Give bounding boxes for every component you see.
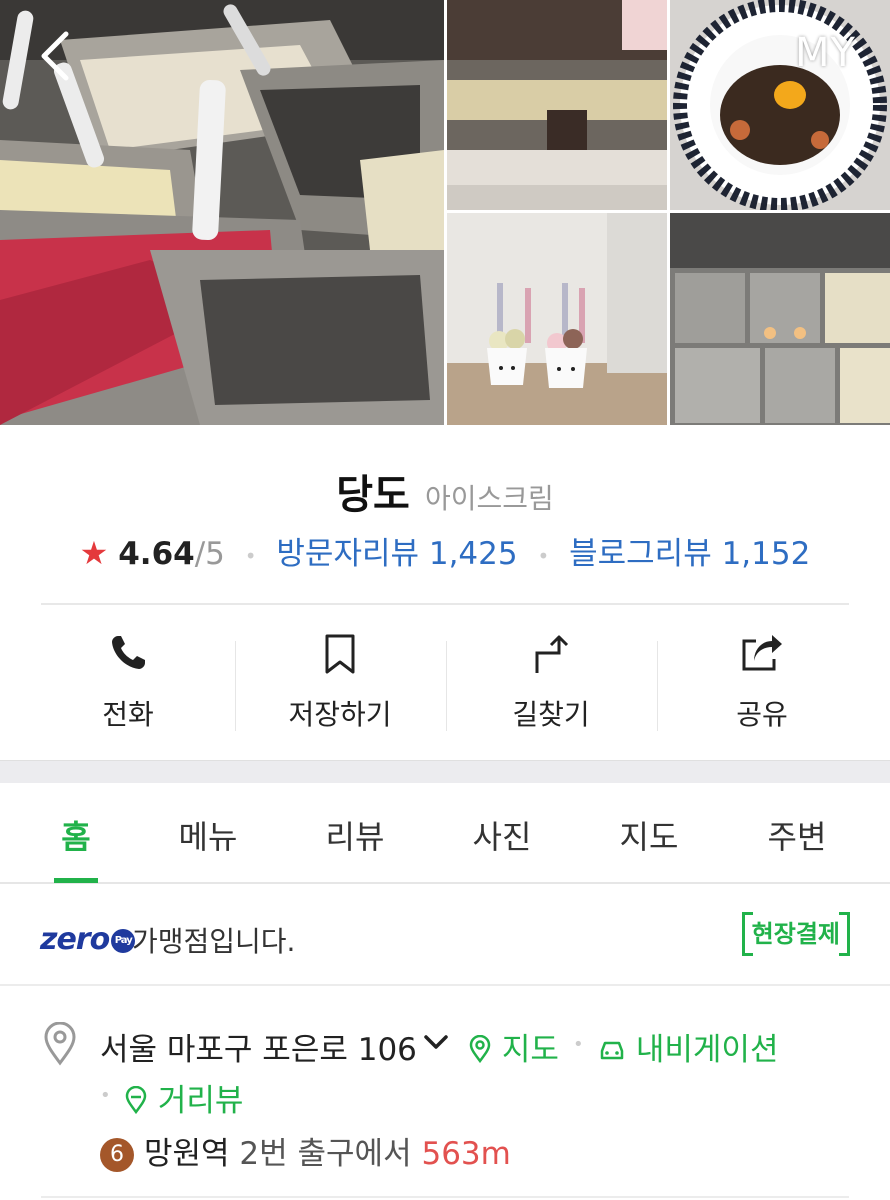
call-button[interactable]: 전화 — [17, 605, 239, 760]
tab-reviews[interactable]: 리뷰 — [326, 812, 385, 858]
directions-icon — [535, 635, 569, 673]
zeropay-text: 가맹점입니다. — [132, 925, 296, 958]
navigation-link[interactable]: 내비게이션 — [598, 1024, 778, 1069]
rating-max: /5 — [194, 536, 225, 572]
share-button[interactable]: 공유 — [651, 605, 873, 760]
car-icon — [600, 1041, 624, 1060]
location-pin-icon — [42, 1021, 78, 1070]
map-link-label: 지도 — [501, 1032, 559, 1068]
blog-reviews-link[interactable]: 블로그리뷰 1,152 — [569, 536, 810, 572]
photo-pasta-plate[interactable] — [670, 0, 890, 210]
save-button[interactable]: 저장하기 — [229, 605, 451, 760]
tab-photos[interactable]: 사진 — [473, 812, 532, 858]
share-label: 공유 — [736, 698, 788, 731]
chevron-down-icon — [424, 1035, 448, 1049]
tab-bar: 홈 메뉴 리뷰 사진 지도 주변 — [0, 782, 890, 884]
separator-dot: • — [100, 1085, 111, 1106]
photo-ice-cream-cups[interactable] — [447, 213, 667, 425]
subway-line-badge: 6 — [100, 1138, 134, 1172]
zeropay-row: zero Pay 가맹점입니다. 현장결제 — [0, 884, 890, 986]
share-icon — [742, 635, 782, 671]
map-pin-icon — [469, 1034, 491, 1064]
place-title-row: 당도 아이스크림 — [0, 462, 890, 520]
photo-display-case[interactable] — [447, 0, 667, 210]
save-label: 저장하기 — [288, 698, 392, 731]
station-distance: 563m — [421, 1136, 511, 1172]
bookmark-icon — [325, 634, 355, 674]
navigation-link-label: 내비게이션 — [635, 1032, 779, 1068]
call-label: 전화 — [102, 698, 154, 731]
tab-home[interactable]: 홈 — [61, 812, 90, 858]
street-view-link[interactable]: 거리뷰 — [124, 1075, 243, 1120]
street-view-pin-icon — [125, 1085, 147, 1115]
map-link[interactable]: 지도 — [468, 1024, 559, 1069]
onsite-payment-badge: 현장결제 — [741, 912, 851, 956]
section-gap — [0, 760, 890, 783]
tab-map[interactable]: 지도 — [620, 812, 679, 858]
rating-score: 4.64 — [118, 536, 195, 572]
zeropay-logo-text: zero — [40, 922, 110, 957]
place-name: 당도 — [336, 472, 410, 518]
separator-dot: • — [244, 543, 257, 568]
directions-label: 길찾기 — [512, 698, 590, 731]
separator-dot: • — [537, 543, 550, 568]
rating-row: ★ 4.64/5 • 방문자리뷰 1,425 • 블로그리뷰 1,152 — [0, 528, 890, 573]
tab-menu[interactable]: 메뉴 — [179, 812, 238, 858]
tab-nearby[interactable]: 주변 — [768, 812, 827, 858]
chevron-left-icon — [41, 31, 69, 81]
star-icon: ★ — [79, 534, 109, 572]
divider — [41, 1196, 849, 1198]
phone-icon — [112, 636, 145, 669]
visitor-reviews-link[interactable]: 방문자리뷰 1,425 — [276, 536, 517, 572]
separator-dot: • — [573, 1034, 584, 1055]
directions-button[interactable]: 길찾기 — [440, 605, 662, 760]
photo-gelato-trays[interactable] — [670, 213, 890, 425]
my-page-button[interactable]: MY — [795, 30, 856, 76]
street-view-link-label: 거리뷰 — [157, 1083, 244, 1119]
expand-address-button[interactable] — [423, 1033, 449, 1055]
subway-info: 6 망원역 2번 출구에서 563m — [100, 1128, 511, 1173]
active-tab-indicator — [54, 878, 98, 883]
station-exit: 2번 출구에서 — [239, 1136, 412, 1172]
zeropay-logo: zero Pay — [40, 922, 136, 957]
station-name: 망원역 — [144, 1136, 230, 1172]
place-category: 아이스크림 — [424, 482, 554, 515]
address-text: 서울 마포구 포은로 106 — [100, 1032, 417, 1068]
photo-gallery[interactable]: MY — [0, 0, 890, 425]
back-button[interactable] — [36, 28, 76, 84]
action-bar: 전화 저장하기 길찾기 공유 — [0, 605, 890, 760]
